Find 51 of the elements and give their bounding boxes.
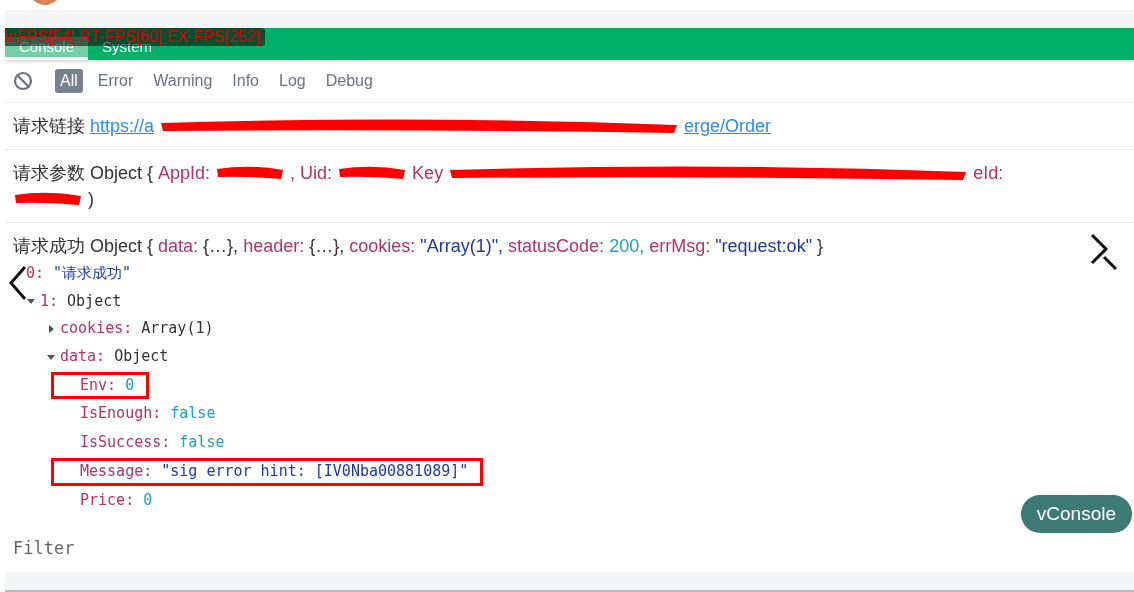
filter-tab[interactable]: All (55, 68, 83, 93)
log-text: Object { (90, 234, 154, 258)
property-key: 0: (26, 263, 45, 285)
property-key: cookies: (349, 232, 416, 259)
filter-tab[interactable]: Info (227, 68, 264, 93)
log-label: 请求链接 (13, 114, 85, 138)
vconsole-button[interactable]: vConsole (1020, 495, 1132, 533)
filter-tab[interactable]: Warning (148, 68, 218, 93)
filter-tab[interactable]: Debug (320, 68, 378, 93)
property-key: eId: (973, 159, 1004, 186)
property-value: false (179, 432, 225, 454)
property-key: AppId: (158, 159, 211, 186)
property-key: Message: (80, 461, 153, 483)
property-key: 1: (40, 290, 59, 313)
log-text: {…}, (203, 234, 239, 258)
avatar-icon (33, 0, 57, 8)
string-value: "Array(1)", (420, 234, 504, 258)
property-key: statusCode: (508, 232, 605, 259)
property-key: data: (158, 232, 199, 259)
property-value: "请求成功" (53, 263, 132, 284)
filter-tab[interactable]: Error (92, 68, 139, 93)
filter-tab[interactable]: Log (274, 68, 311, 93)
property-key: cookies: (60, 318, 133, 340)
property-key: errMsg: (649, 232, 711, 259)
property-key: , Uid: (290, 159, 333, 186)
string-value: "request:ok" (715, 234, 813, 258)
property-key: IsSuccess: (80, 432, 171, 454)
property-key: data: (60, 345, 106, 368)
property-value: "sig error hint: [IV0Nba00881089]" (161, 461, 469, 482)
property-value: false (170, 403, 216, 425)
property-value: 0 (143, 489, 153, 511)
property-value: Object (114, 345, 169, 367)
property-key: header: (243, 232, 305, 259)
url-link[interactable]: erge/Order (684, 112, 772, 139)
property-value: Array(1) (141, 318, 214, 340)
property-key: Price: (80, 489, 135, 512)
number-value: 200, (609, 234, 645, 258)
property-value: Object (67, 290, 122, 312)
property-key: Key (412, 159, 444, 186)
log-text: {…}, (309, 234, 345, 258)
log-text: ) (88, 187, 94, 211)
caret-right-icon[interactable] (46, 324, 56, 334)
property-key: IsEnough: (80, 403, 162, 425)
clear-icon[interactable] (13, 70, 33, 91)
log-text: } (817, 234, 824, 258)
property-value: 0 (125, 374, 135, 396)
log-label: 请求成功 (13, 234, 85, 258)
log-label: 请求参数 (13, 161, 85, 185)
property-key: Env: (80, 374, 117, 397)
url-link[interactable]: https://a (90, 112, 155, 139)
log-text: Object { (90, 161, 154, 185)
